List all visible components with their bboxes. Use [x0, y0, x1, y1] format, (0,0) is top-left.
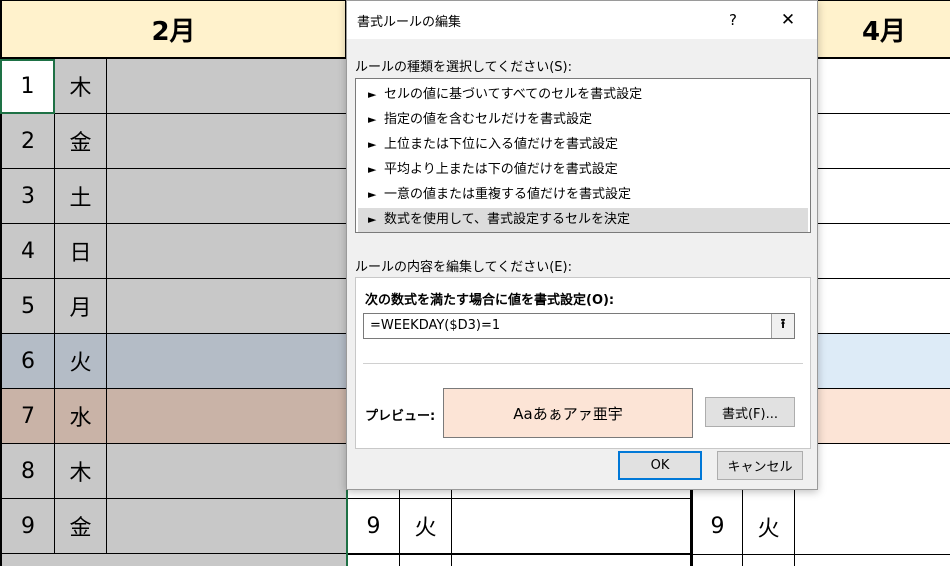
rule-type-list[interactable]: ► セルの値に基づいてすべてのセルを書式設定 ► 指定の値を含むセルだけを書式設定 … — [355, 78, 811, 233]
note-cell[interactable] — [818, 279, 950, 334]
note-cell[interactable] — [818, 169, 950, 224]
edit-formatting-rule-dialog: 書式ルールの編集 ? ✕ ルールの種類を選択してください(S): ► セルの値に基… — [346, 0, 818, 490]
list-item-rule-type[interactable]: ► 上位または下位に入る値だけを書式設定 — [358, 133, 808, 157]
note-cell[interactable] — [818, 389, 950, 444]
arrow-right-icon: ► — [368, 163, 377, 176]
dialog-titlebar[interactable]: 書式ルールの編集 ? ✕ — [347, 1, 817, 39]
note-cell[interactable] — [107, 59, 347, 114]
note-cell[interactable] — [107, 334, 347, 389]
month-header-april[interactable]: 4月 — [817, 0, 950, 59]
arrow-right-icon: ► — [368, 188, 377, 201]
help-icon[interactable]: ? — [719, 7, 747, 33]
weekday-cell[interactable]: 月 — [55, 279, 107, 334]
note-cell[interactable] — [818, 224, 950, 279]
list-item-rule-type[interactable]: ► 一意の値または重複する値だけを書式設定 — [358, 183, 808, 207]
day-number-cell[interactable]: 2 — [0, 114, 55, 169]
weekday-cell[interactable]: 木 — [55, 444, 107, 499]
divider — [363, 363, 803, 364]
april-column-strip — [818, 59, 950, 490]
weekday-cell[interactable]: 日 — [55, 224, 107, 279]
note-cell[interactable] — [107, 114, 347, 169]
preview-label: プレビュー: — [365, 409, 436, 424]
weekday-cell[interactable]: 木 — [55, 59, 107, 114]
note-cell[interactable] — [818, 59, 950, 114]
arrow-right-icon: ► — [368, 88, 377, 101]
month-header-february[interactable]: 2月 — [0, 0, 347, 59]
day-number-cell[interactable]: 1 — [0, 59, 55, 114]
note-cell[interactable] — [452, 499, 692, 554]
note-cell[interactable] — [107, 499, 347, 554]
day-number-cell[interactable]: 8 — [0, 444, 55, 499]
note-cell[interactable] — [107, 224, 347, 279]
day-number-cell[interactable]: 9 — [348, 499, 400, 554]
close-icon[interactable]: ✕ — [773, 7, 803, 33]
day-number-cell[interactable]: 4 — [0, 224, 55, 279]
note-cell[interactable] — [107, 169, 347, 224]
list-item-rule-type[interactable]: ► 平均より上または下の値だけを書式設定 — [358, 158, 808, 182]
table-row-partial — [0, 554, 347, 566]
day-number-cell[interactable]: 9 — [693, 499, 742, 554]
list-item-label: 指定の値を含むセルだけを書式設定 — [384, 112, 593, 127]
day-number-cell[interactable]: 3 — [0, 169, 55, 224]
note-cell[interactable] — [818, 114, 950, 169]
list-item-rule-type-selected[interactable]: ► 数式を使用して、書式設定するセルを決定 — [358, 208, 808, 232]
list-item-label: セルの値に基づいてすべてのセルを書式設定 — [384, 87, 643, 102]
dialog-title: 書式ルールの編集 — [357, 15, 462, 30]
edit-rule-label: ルールの内容を編集してください(E): — [355, 260, 572, 275]
weekday-cell[interactable]: 土 — [55, 169, 107, 224]
note-cell[interactable] — [107, 444, 347, 499]
weekday-cell[interactable]: 金 — [55, 114, 107, 169]
note-cell[interactable] — [818, 444, 950, 490]
arrow-right-icon: ► — [368, 213, 377, 226]
weekday-cell[interactable]: 火 — [743, 499, 794, 554]
day-number-cell[interactable]: 7 — [0, 389, 55, 444]
formula-label: 次の数式を満たす場合に値を書式設定(O): — [365, 293, 615, 308]
list-item-rule-type[interactable]: ► 指定の値を含むセルだけを書式設定 — [358, 108, 808, 132]
arrow-right-icon: ► — [368, 138, 377, 151]
day-number-cell[interactable]: 9 — [0, 499, 55, 554]
grid-line — [348, 554, 692, 555]
list-item-label: 上位または下位に入る値だけを書式設定 — [384, 137, 619, 152]
arrow-right-icon: ► — [368, 113, 377, 126]
day-number-cell[interactable]: 6 — [0, 334, 55, 389]
weekday-cell[interactable]: 金 — [55, 499, 107, 554]
cancel-button[interactable]: キャンセル — [717, 451, 803, 480]
collapse-dialog-icon[interactable]: ⭱ — [771, 314, 794, 338]
list-item-label: 一意の値または重複する値だけを書式設定 — [384, 187, 632, 202]
list-item-label: 数式を使用して、書式設定するセルを決定 — [384, 212, 630, 227]
formula-input[interactable]: =WEEKDAY($D3)=1 — [363, 313, 795, 339]
weekday-cell[interactable]: 火 — [400, 499, 452, 554]
note-cell[interactable] — [107, 279, 347, 334]
ok-button[interactable]: OK — [618, 451, 702, 480]
rule-type-label: ルールの種類を選択してください(S): — [355, 60, 572, 75]
format-button[interactable]: 書式(F)... — [705, 397, 795, 427]
note-cell[interactable] — [107, 389, 347, 444]
grid-line — [693, 554, 950, 555]
day-number-cell[interactable]: 5 — [0, 279, 55, 334]
format-preview: Aaあぁアァ亜宇 — [443, 388, 693, 438]
weekday-cell[interactable]: 火 — [55, 334, 107, 389]
list-item-rule-type[interactable]: ► セルの値に基づいてすべてのセルを書式設定 — [358, 83, 808, 107]
weekday-cell[interactable]: 水 — [55, 389, 107, 444]
list-item-label: 平均より上または下の値だけを書式設定 — [384, 162, 618, 177]
note-cell[interactable] — [818, 334, 950, 389]
